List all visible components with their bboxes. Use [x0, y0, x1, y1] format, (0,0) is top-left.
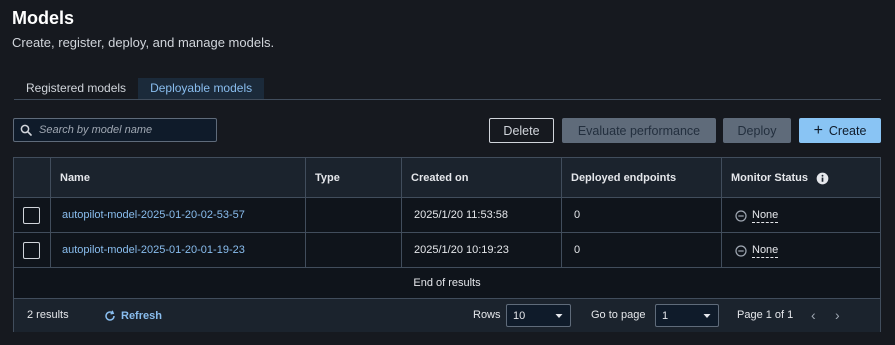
row-checkbox[interactable] [23, 207, 40, 224]
monitor-status-value[interactable]: None [752, 209, 779, 223]
table-footer: 2 results Refresh Rows 10 Go to page 1 P… [14, 299, 880, 332]
created-on: 2025/1/20 10:19:23 [414, 244, 509, 256]
go-to-page-label: Go to page [591, 309, 646, 321]
deployed-endpoints: 0 [574, 244, 581, 256]
tab-deployable-models[interactable]: Deployable models [138, 78, 265, 99]
page-subtitle: Create, register, deploy, and manage mod… [12, 35, 275, 50]
go-to-page-value: 1 [662, 309, 669, 322]
table-row[interactable]: autopilot-model-2025-01-20-01-19-23 2025… [14, 233, 880, 268]
deploy-button-label: Deploy [737, 123, 777, 138]
rows-per-page-select[interactable]: 10 [506, 304, 571, 327]
go-to-page-select[interactable]: 1 [655, 304, 719, 327]
previous-page-button[interactable]: ‹ [811, 299, 816, 332]
refresh-icon [105, 310, 115, 321]
rows-label: Rows [473, 309, 501, 321]
refresh-button[interactable]: Refresh [104, 299, 162, 332]
status-none-icon [735, 244, 747, 257]
delete-button[interactable]: Delete [489, 118, 554, 143]
search-box[interactable] [13, 118, 217, 142]
table-header: Name Type Created on Deployed endpoints … [14, 158, 880, 198]
column-header-monitor-status[interactable]: Monitor Status [731, 158, 829, 198]
status-none-icon [735, 209, 747, 222]
info-icon[interactable] [816, 172, 829, 185]
monitor-status: None [735, 233, 779, 268]
column-header-deployed-endpoints[interactable]: Deployed endpoints [571, 158, 676, 198]
delete-button-label: Delete [503, 123, 540, 138]
evaluate-performance-label: Evaluate performance [577, 123, 701, 138]
model-name-link[interactable]: autopilot-model-2025-01-20-01-19-23 [62, 233, 245, 268]
monitor-status: None [735, 198, 779, 233]
deployed-endpoints: 0 [574, 209, 581, 221]
created-on: 2025/1/20 11:53:58 [414, 209, 508, 221]
search-input[interactable] [39, 124, 209, 136]
table-row[interactable]: autopilot-model-2025-01-20-02-53-57 2025… [14, 198, 880, 233]
chevron-down-icon [555, 314, 563, 318]
column-header-created-on[interactable]: Created on [411, 158, 468, 198]
evaluate-performance-button[interactable]: Evaluate performance [562, 118, 716, 143]
end-of-results: End of results [14, 268, 880, 299]
refresh-label: Refresh [121, 309, 162, 322]
results-count: 2 results [27, 309, 69, 321]
search-icon [20, 124, 32, 136]
model-name-link[interactable]: autopilot-model-2025-01-20-02-53-57 [62, 198, 245, 233]
tab-bar: Registered models Deployable models [14, 78, 881, 100]
rows-per-page-value: 10 [513, 309, 526, 322]
column-header-type[interactable]: Type [315, 158, 340, 198]
monitor-status-header-label: Monitor Status [731, 172, 808, 184]
chevron-down-icon [703, 314, 711, 318]
monitor-status-value[interactable]: None [752, 244, 779, 258]
models-table: Name Type Created on Deployed endpoints … [13, 157, 881, 332]
page-title: Models [12, 8, 75, 28]
create-button-label: Create [828, 123, 867, 138]
plus-icon: + [813, 121, 823, 139]
page-info: Page 1 of 1 [737, 309, 794, 321]
column-header-name[interactable]: Name [60, 158, 90, 198]
tab-registered-models[interactable]: Registered models [14, 78, 138, 99]
row-checkbox[interactable] [23, 242, 40, 259]
next-page-button[interactable]: › [835, 299, 840, 332]
deploy-button[interactable]: Deploy [723, 118, 791, 143]
create-button[interactable]: + Create [799, 118, 881, 143]
